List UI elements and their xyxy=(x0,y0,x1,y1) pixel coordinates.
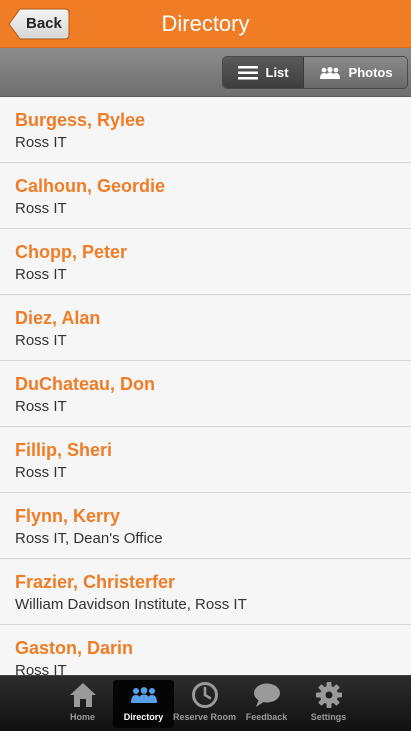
tab-feedback[interactable]: Feedback xyxy=(236,680,297,728)
list-item[interactable]: Calhoun, Geordie Ross IT xyxy=(0,163,411,229)
list-item[interactable]: Flynn, Kerry Ross IT, Dean's Office xyxy=(0,493,411,559)
view-toggle-bar: List Photos xyxy=(0,48,411,97)
contact-name: Chopp, Peter xyxy=(15,242,128,262)
contact-department: Ross IT xyxy=(15,200,67,217)
contact-department: Ross IT xyxy=(15,464,67,481)
home-icon xyxy=(69,683,96,707)
contact-department: Ross IT xyxy=(15,266,67,283)
navigation-bar: Back Directory xyxy=(0,0,411,48)
gear-icon xyxy=(315,682,342,708)
contact-name: Fillip, Sheri xyxy=(15,440,113,460)
list-item[interactable]: Chopp, Peter Ross IT xyxy=(0,229,411,295)
tab-reserve-room[interactable]: Reserve Room xyxy=(172,680,237,728)
tab-feedback-label: Feedback xyxy=(245,712,288,722)
tab-bar: Home Directory Reserve Room Feedback Set… xyxy=(0,675,411,731)
contact-name: Gaston, Darin xyxy=(15,638,134,658)
contact-department: Ross IT xyxy=(15,398,67,415)
photos-view-label: Photos xyxy=(348,65,393,80)
view-segmented-control: List Photos xyxy=(222,56,408,89)
tab-reserve-room-label: Reserve Room xyxy=(172,712,237,722)
tab-home[interactable]: Home xyxy=(52,680,113,728)
contact-name: Frazier, Christerfer xyxy=(15,572,176,592)
list-view-button[interactable]: List xyxy=(223,57,305,88)
page-title: Directory xyxy=(161,11,250,36)
tab-directory-label: Directory xyxy=(123,712,164,722)
people-icon xyxy=(319,66,340,79)
speech-bubble-icon xyxy=(253,683,280,707)
list-icon xyxy=(237,65,258,79)
contact-name: Calhoun, Geordie xyxy=(15,176,166,196)
contact-department: Ross IT, Dean's Office xyxy=(15,530,163,547)
list-item[interactable]: DuChateau, Don Ross IT xyxy=(0,361,411,427)
contact-department: Ross IT xyxy=(15,332,67,349)
list-item[interactable]: Burgess, Rylee Ross IT xyxy=(0,97,411,163)
contact-department: William Davidson Institute, Ross IT xyxy=(15,596,247,613)
tab-settings-label: Settings xyxy=(310,712,347,722)
list-item[interactable]: Diez, Alan Ross IT xyxy=(0,295,411,361)
tab-home-label: Home xyxy=(69,712,95,722)
people-icon xyxy=(130,687,157,703)
contact-name: Diez, Alan xyxy=(15,308,101,328)
list-item[interactable]: Gaston, Darin Ross IT xyxy=(0,625,411,675)
contact-department: Ross IT xyxy=(15,134,67,151)
directory-list: Burgess, Rylee Ross IT Calhoun, Geordie … xyxy=(0,97,411,675)
photos-view-button[interactable]: Photos xyxy=(304,57,407,88)
clock-icon xyxy=(191,682,218,708)
contact-name: DuChateau, Don xyxy=(15,374,156,394)
list-view-label: List xyxy=(265,65,289,80)
tab-directory[interactable]: Directory xyxy=(113,680,174,728)
contact-name: Burgess, Rylee xyxy=(15,110,146,130)
tab-settings[interactable]: Settings xyxy=(298,680,359,728)
list-item[interactable]: Frazier, Christerfer William Davidson In… xyxy=(0,559,411,625)
contact-name: Flynn, Kerry xyxy=(15,506,121,526)
list-item[interactable]: Fillip, Sheri Ross IT xyxy=(0,427,411,493)
contact-department: Ross IT xyxy=(15,662,67,675)
